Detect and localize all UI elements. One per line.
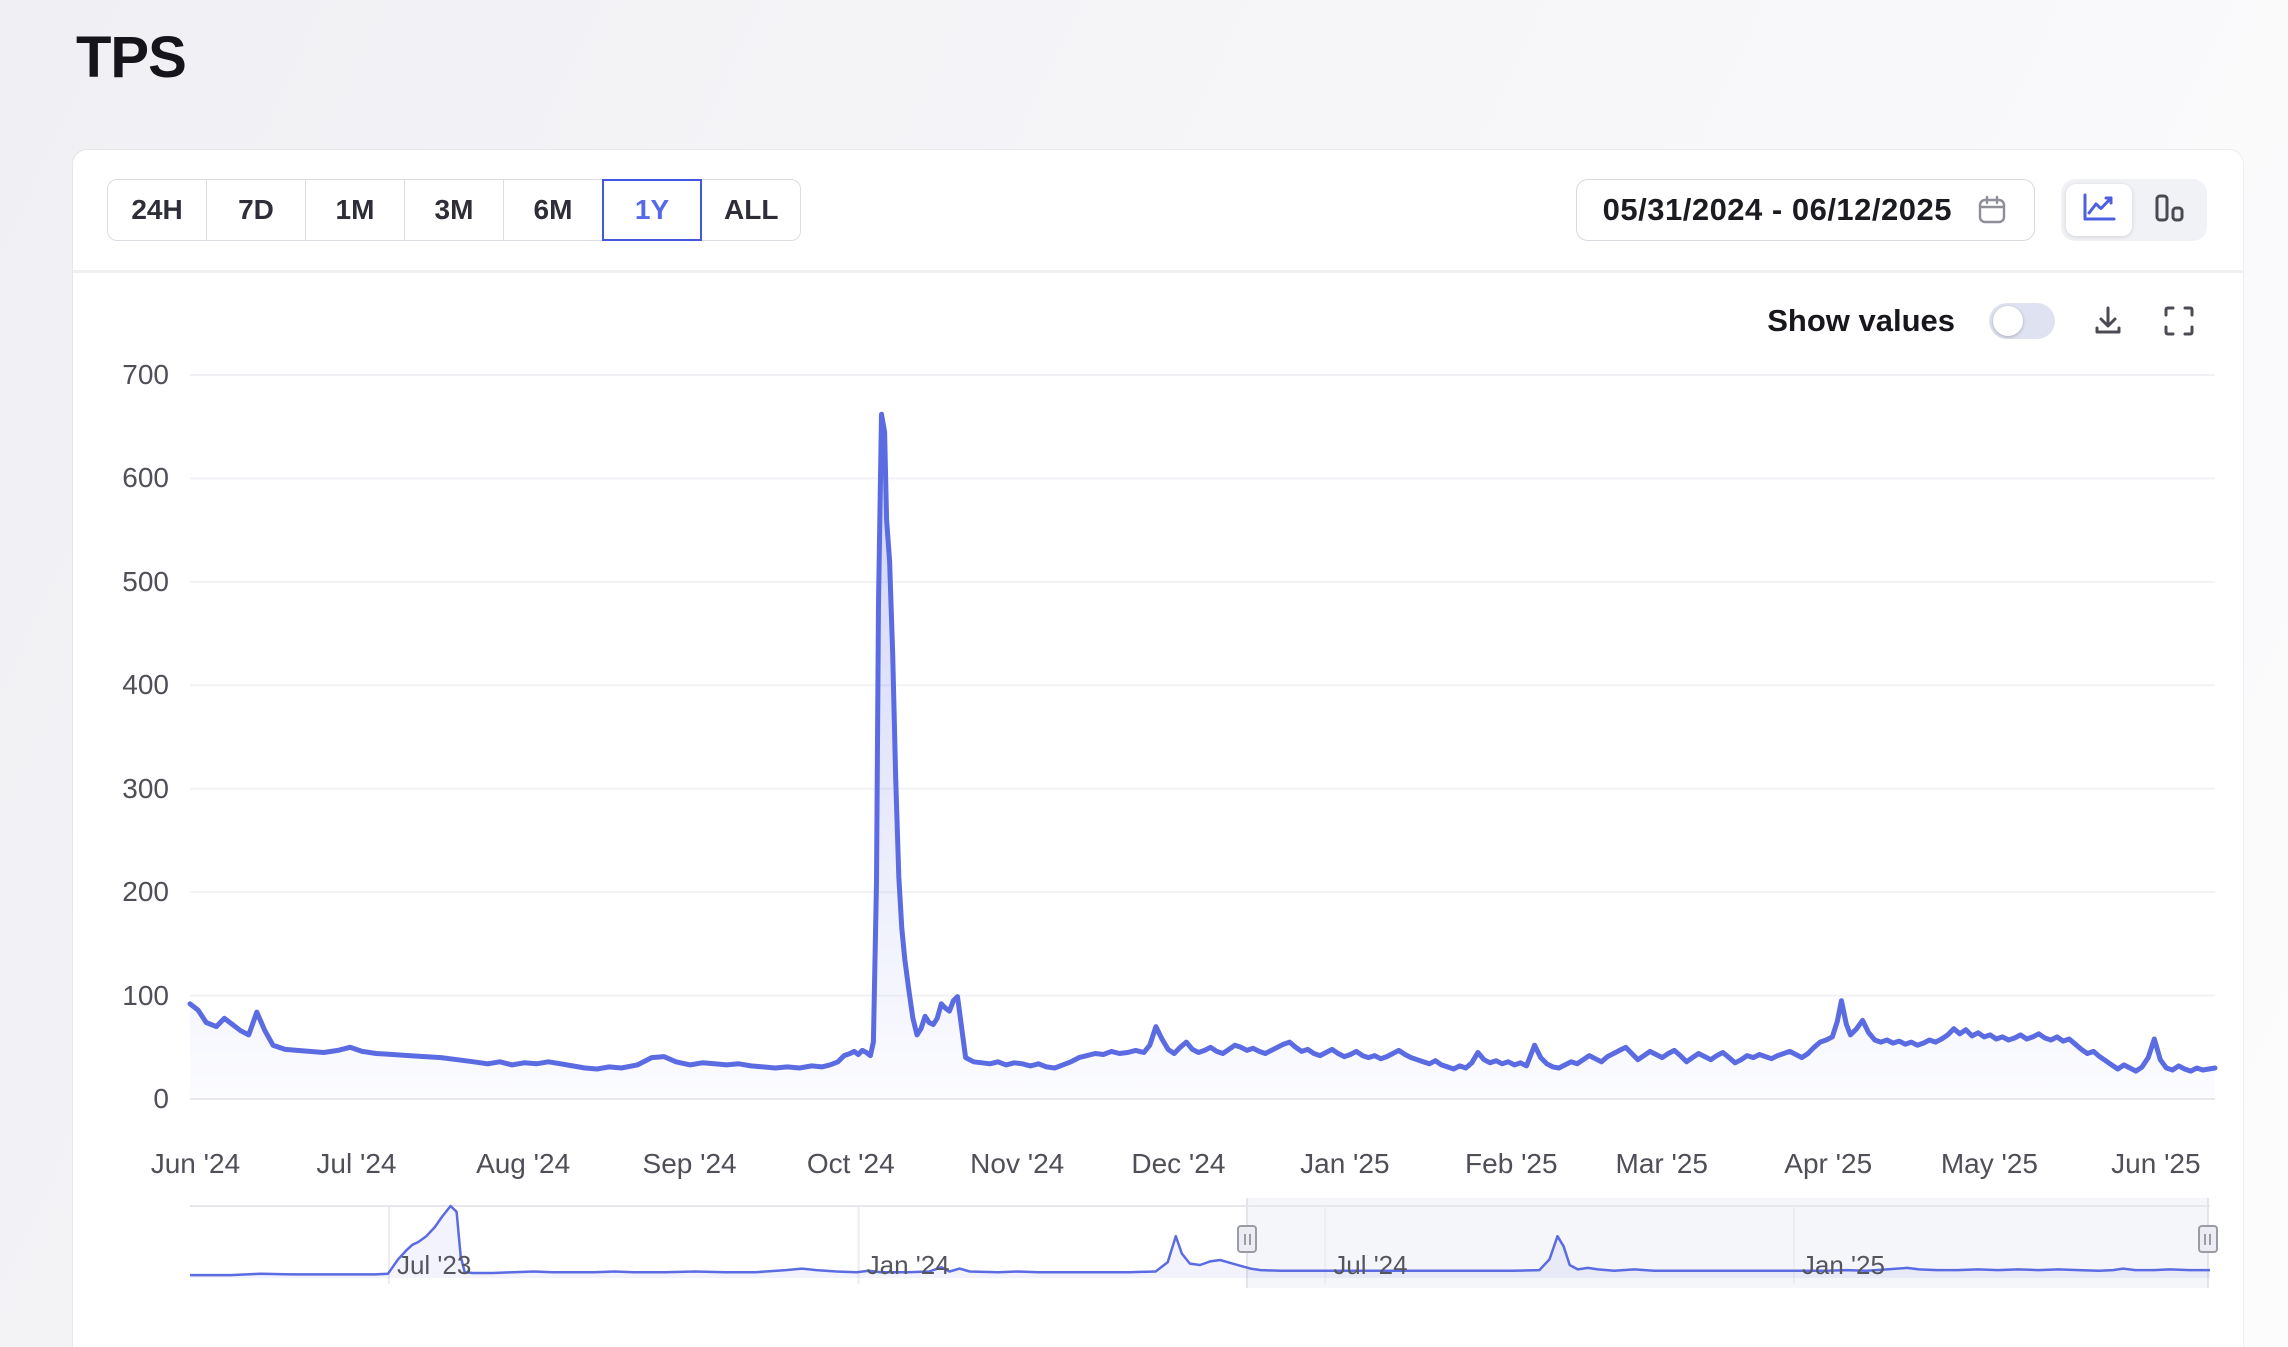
toolbar-right: 05/31/2024 - 06/12/2025 xyxy=(1576,179,2207,241)
x-axis-label: Jul '24 xyxy=(271,1148,441,1180)
y-axis-label: 200 xyxy=(73,876,169,908)
x-axis-label: Sep '24 xyxy=(605,1148,775,1180)
chart-card: 24H7D1M3M6M1YALL 05/31/2024 - 06/12/2025 xyxy=(73,150,2243,1347)
date-range-picker[interactable]: 05/31/2024 - 06/12/2025 xyxy=(1576,179,2035,241)
x-axis-label: Jun '24 xyxy=(110,1148,280,1180)
toolbar-divider xyxy=(73,270,2243,273)
x-axis-label: Apr '25 xyxy=(1743,1148,1913,1180)
page-title: TPS xyxy=(76,24,186,91)
range-button-1y[interactable]: 1Y xyxy=(602,179,702,241)
y-axis-label: 600 xyxy=(73,462,169,494)
navigator-axis-label: Jul '24 xyxy=(1333,1250,1407,1281)
date-range-value: 05/31/2024 - 06/12/2025 xyxy=(1603,192,1952,228)
x-axis-label: Jan '25 xyxy=(1260,1148,1430,1180)
line-chart-mode-button[interactable] xyxy=(2066,184,2132,236)
chart-type-toggle xyxy=(2061,179,2207,241)
y-axis-label: 100 xyxy=(73,980,169,1012)
range-button-24h[interactable]: 24H xyxy=(107,179,207,241)
x-axis-label: Oct '24 xyxy=(766,1148,936,1180)
navigator-axis-label: Jan '24 xyxy=(867,1250,950,1281)
range-button-1m[interactable]: 1M xyxy=(305,179,405,241)
time-range-group: 24H7D1M3M6M1YALL xyxy=(107,179,801,241)
navigator-handle-left[interactable] xyxy=(1237,1225,1257,1253)
x-axis-label: Nov '24 xyxy=(932,1148,1102,1180)
x-axis-label: Jun '25 xyxy=(2071,1148,2241,1180)
range-button-all[interactable]: ALL xyxy=(701,179,801,241)
show-values-toggle[interactable] xyxy=(1989,303,2055,339)
x-axis-label: Feb '25 xyxy=(1426,1148,1596,1180)
x-axis-label: May '25 xyxy=(1904,1148,2074,1180)
gridlines xyxy=(190,375,2215,1099)
bar-chart-mode-button[interactable] xyxy=(2136,184,2202,236)
main-line-series xyxy=(190,414,2215,1071)
toggle-knob xyxy=(1993,306,2023,336)
y-axis-label: 300 xyxy=(73,773,169,805)
y-axis-label: 400 xyxy=(73,669,169,701)
fullscreen-icon[interactable] xyxy=(2161,303,2197,339)
x-axis-label: Aug '24 xyxy=(438,1148,608,1180)
x-axis-label: Dec '24 xyxy=(1093,1148,1263,1180)
download-icon[interactable] xyxy=(2089,302,2127,340)
navigator-axis-label: Jan '25 xyxy=(1802,1250,1885,1281)
range-button-3m[interactable]: 3M xyxy=(404,179,504,241)
y-axis-label: 0 xyxy=(73,1083,169,1115)
chart-toolbar: 24H7D1M3M6M1YALL 05/31/2024 - 06/12/2025 xyxy=(73,150,2243,270)
range-button-6m[interactable]: 6M xyxy=(503,179,603,241)
line-chart-icon xyxy=(2081,192,2117,229)
y-axis-label: 700 xyxy=(73,359,169,391)
bar-chart-icon xyxy=(2152,192,2186,229)
calendar-icon[interactable] xyxy=(1976,194,2008,226)
range-button-7d[interactable]: 7D xyxy=(206,179,306,241)
show-values-label: Show values xyxy=(1767,303,1955,339)
chart-header: Show values xyxy=(1767,302,2197,340)
navigator-handle-right[interactable] xyxy=(2198,1225,2218,1253)
y-axis-label: 500 xyxy=(73,566,169,598)
x-axis-label: Mar '25 xyxy=(1577,1148,1747,1180)
navigator-axis-label: Jul '23 xyxy=(397,1250,471,1281)
